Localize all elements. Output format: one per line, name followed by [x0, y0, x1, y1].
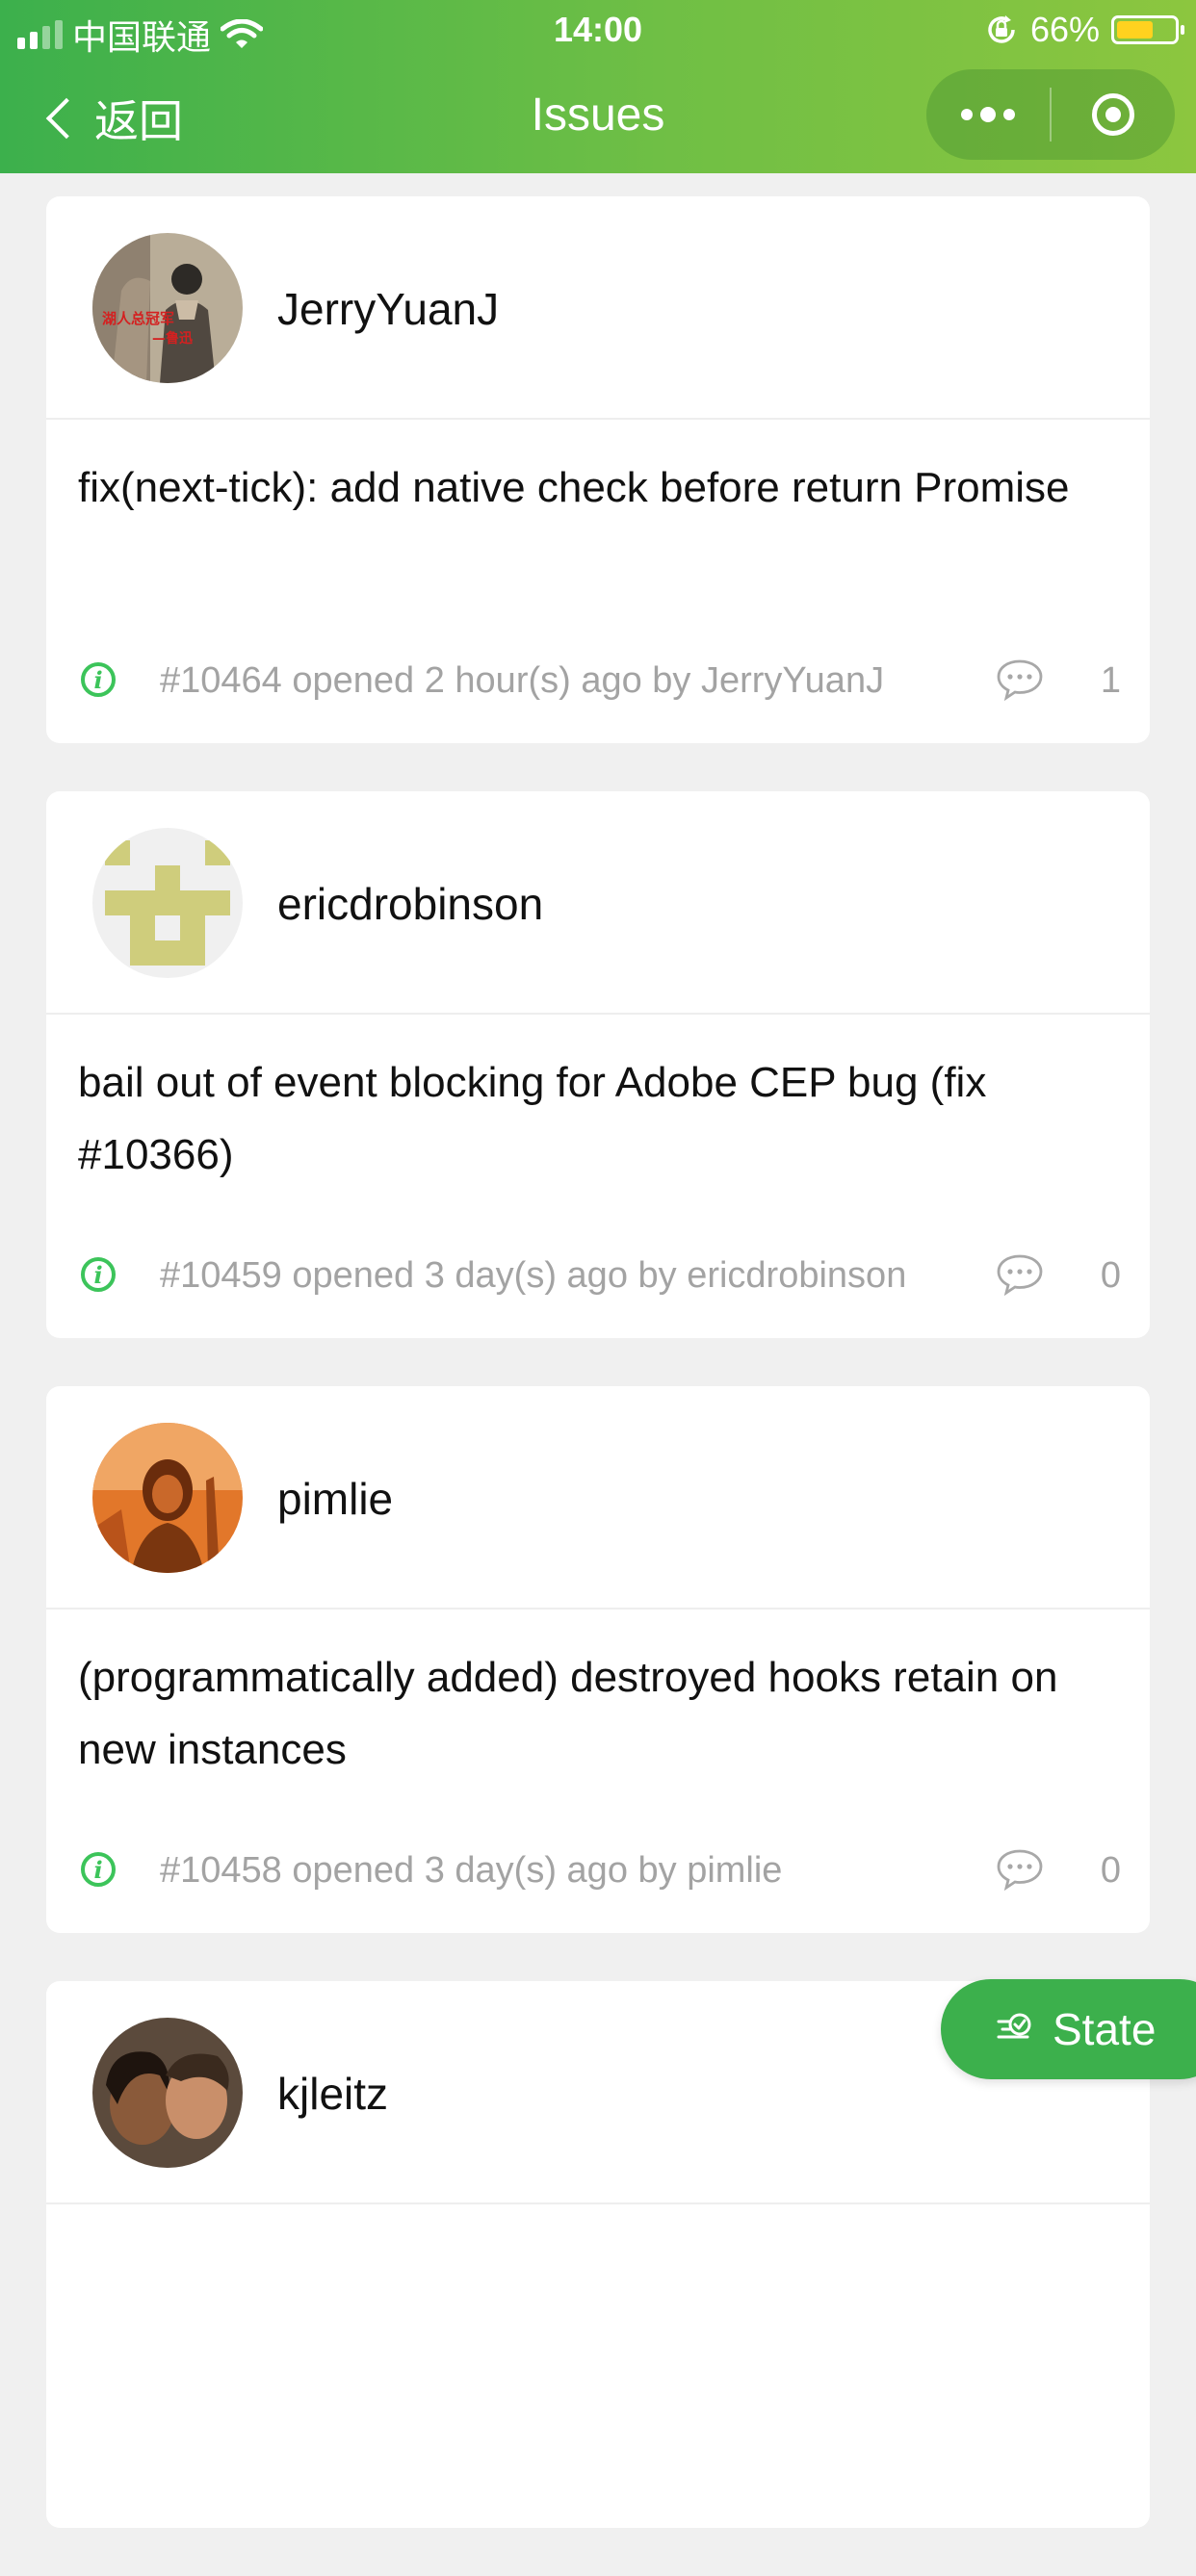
target-icon — [1092, 93, 1134, 136]
issue-list: 湖人总冠军 —鲁迅 JerryYuanJ fix(next-tick): add… — [46, 196, 1150, 2576]
issue-card[interactable]: pimlie (programmatically added) destroye… — [46, 1386, 1150, 1933]
info-icon: i — [81, 1257, 116, 1292]
info-icon: i — [81, 1852, 116, 1887]
comment-count: 0 — [1100, 1255, 1121, 1296]
username[interactable]: ericdrobinson — [277, 878, 543, 930]
issue-meta: i #10459 opened 3 day(s) ago by ericdrob… — [81, 1253, 1121, 1301]
issue-title[interactable]: (programmatically added) destroyed hooks… — [78, 1641, 1108, 1786]
battery-icon — [1111, 15, 1184, 44]
username[interactable]: JerryYuanJ — [277, 283, 499, 335]
state-filter-button[interactable]: State — [941, 1979, 1196, 2079]
info-icon: i — [81, 662, 116, 697]
issue-meta-text: #10459 opened 3 day(s) ago by ericdrobin… — [160, 1255, 907, 1296]
issue-card-header: 湖人总冠军 —鲁迅 JerryYuanJ — [46, 196, 1150, 420]
more-dot-icon — [1003, 109, 1015, 120]
username[interactable]: pimlie — [277, 1473, 393, 1525]
issue-title[interactable]: fix(next-tick): add native check before … — [78, 451, 1108, 524]
close-mini-program-button[interactable] — [1052, 93, 1175, 136]
issue-meta: i #10464 opened 2 hour(s) ago by JerryYu… — [81, 658, 1121, 707]
status-bar: 中国联通 14:00 66% — [0, 0, 1196, 60]
comment-icon — [997, 1254, 1043, 1296]
navigation-bar: 返回 Issues — [0, 60, 1196, 173]
issue-card[interactable]: 湖人总冠军 —鲁迅 JerryYuanJ fix(next-tick): add… — [46, 196, 1150, 743]
comment-count: 1 — [1100, 660, 1121, 701]
top-bar: 中国联通 14:00 66% 返回 Issues — [0, 0, 1196, 173]
comment-count: 0 — [1100, 1850, 1121, 1891]
issue-meta-text: #10458 opened 3 day(s) ago by pimlie — [160, 1850, 783, 1891]
battery-fill — [1117, 21, 1154, 39]
issue-card-header: ericdrobinson — [46, 791, 1150, 1015]
more-button[interactable] — [926, 107, 1050, 122]
state-label: State — [1053, 2004, 1157, 2054]
mini-program-capsule — [926, 69, 1175, 160]
issue-meta-text: #10464 opened 2 hour(s) ago by JerryYuan… — [160, 660, 885, 701]
battery-percent: 66% — [1029, 10, 1100, 49]
comment-icon — [997, 659, 1043, 701]
avatar[interactable] — [92, 2018, 243, 2168]
svg-text:湖人总冠军: 湖人总冠军 — [102, 310, 174, 327]
comment-icon — [997, 1849, 1043, 1891]
more-dot-icon — [980, 107, 996, 122]
orientation-lock-icon — [988, 15, 1015, 43]
filter-check-icon — [997, 2013, 1031, 2039]
issue-meta: i #10458 opened 3 day(s) ago by pimlie 0 — [81, 1848, 1121, 1896]
username[interactable]: kjleitz — [277, 2068, 388, 2120]
issue-card-header: pimlie — [46, 1386, 1150, 1610]
issue-title[interactable]: bail out of event blocking for Adobe CEP… — [78, 1046, 1108, 1191]
avatar[interactable] — [92, 1423, 243, 1573]
issue-card[interactable]: ericdrobinson bail out of event blocking… — [46, 791, 1150, 1338]
avatar[interactable] — [92, 828, 243, 978]
svg-text:—鲁迅: —鲁迅 — [152, 330, 193, 347]
more-dot-icon — [961, 109, 973, 120]
avatar[interactable]: 湖人总冠军 —鲁迅 — [92, 233, 243, 383]
